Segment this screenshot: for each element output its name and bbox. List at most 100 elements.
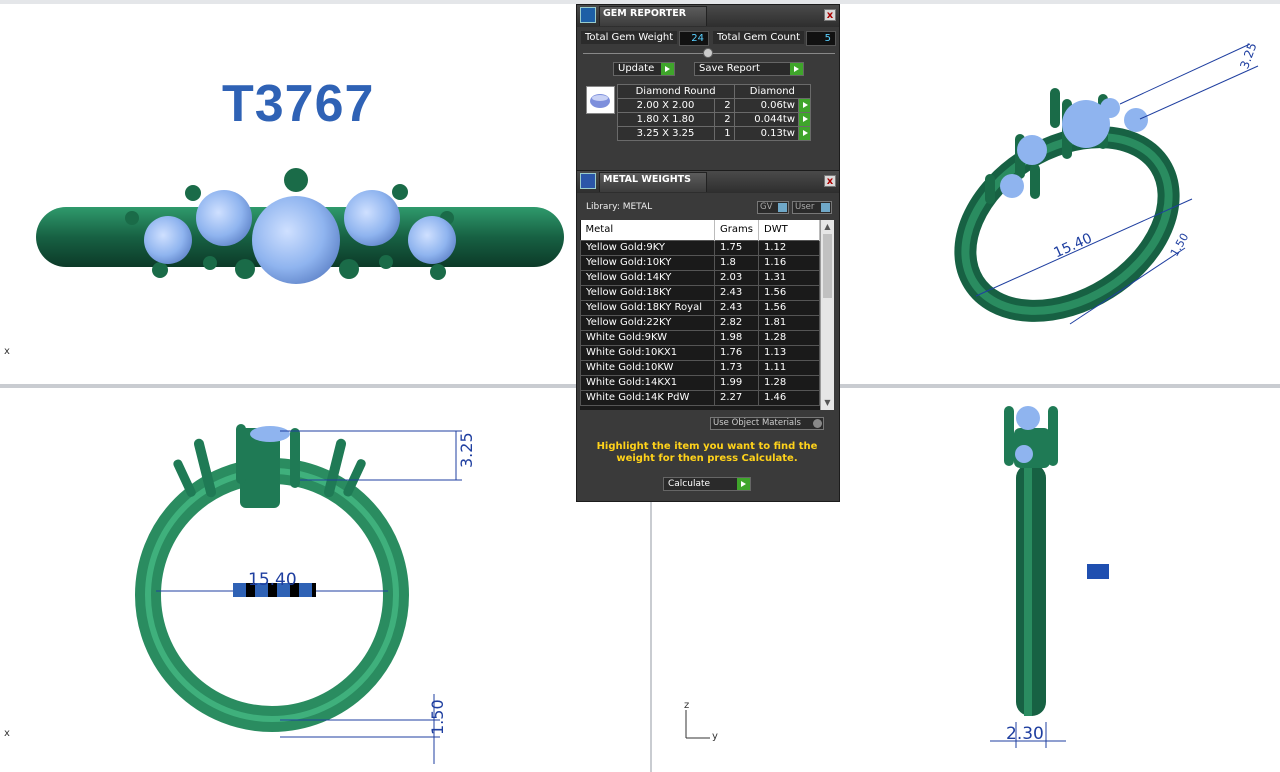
close-icon[interactable]: x	[824, 175, 836, 187]
total-gem-count-label: Total Gem Count	[713, 31, 805, 44]
metal-metal-cell: Yellow Gold:14KY	[580, 269, 715, 286]
gem-shape-header: Diamond Round	[616, 84, 735, 99]
metal-metal-cell: Yellow Gold:18KY Royal	[580, 299, 715, 316]
play-icon[interactable]	[798, 98, 811, 113]
axis-y-label: y	[712, 731, 718, 742]
metal-metal-cell: White Gold:14KX1	[580, 374, 715, 391]
table-row[interactable]: Yellow Gold:18KY Royal 2.43 1.56	[580, 299, 820, 316]
calculate-button[interactable]: Calculate	[663, 477, 751, 491]
total-gem-weight-value: 24	[679, 31, 709, 46]
metal-metal-cell: White Gold:10KX1	[580, 344, 715, 361]
side-dim-top: 3.25	[457, 432, 476, 468]
column-header[interactable]: DWT	[758, 220, 820, 240]
use-object-materials-label: Use Object Materials	[713, 418, 801, 428]
library-label: Library: METAL	[586, 202, 653, 212]
gv-toggle-label: GV	[760, 202, 773, 212]
scroll-down-icon[interactable]: ▼	[821, 397, 834, 409]
metal-metal-cell: Yellow Gold:9KY	[580, 239, 715, 256]
gem-count: 2	[713, 112, 735, 127]
gem-weight: 0.06tw	[733, 98, 800, 113]
gem-size: 3.25 X 3.25	[616, 126, 715, 141]
metal-table-scrollbar[interactable]: ▲ ▼	[820, 220, 834, 410]
axis-x-label-side: x	[4, 728, 10, 739]
table-row[interactable]: 1.80 X 1.80 2 0.044tw	[585, 112, 811, 127]
metal-weights-title: METAL WEIGHTS	[603, 174, 691, 185]
table-row[interactable]: White Gold:14K PdW 2.27 1.46	[580, 389, 820, 406]
table-row[interactable]: Yellow Gold:10KY 1.8 1.16	[580, 254, 820, 271]
column-header[interactable]: Grams	[714, 220, 759, 240]
use-object-materials-toggle[interactable]: Use Object Materials	[710, 417, 824, 430]
metal-dwt-cell: 1.28	[758, 374, 820, 391]
scroll-up-icon[interactable]: ▲	[821, 221, 834, 233]
metal-grams-cell: 2.43	[714, 284, 759, 301]
metal-table: Metal Grams DWT Yellow Gold:9KY 1.75 1.12 Y…	[580, 220, 820, 406]
table-row[interactable]: White Gold:9KW 1.98 1.28	[580, 329, 820, 346]
slider-handle[interactable]	[703, 48, 713, 58]
metal-grams-cell: 1.98	[714, 329, 759, 346]
table-row[interactable]: White Gold:14KX1 1.99 1.28	[580, 374, 820, 391]
table-row[interactable]: 3.25 X 3.25 1 0.13tw	[585, 126, 811, 141]
side-viewport[interactable]: 15.40 3.25 1.50 x	[0, 388, 650, 768]
gem-table: Diamond Round Diamond 2.00 X 2.00 2 0.06…	[585, 84, 812, 141]
axis-z-label: z	[684, 700, 690, 711]
metal-metal-cell: Yellow Gold:10KY	[580, 254, 715, 271]
play-icon	[790, 63, 803, 75]
gem-type-header: Diamond	[733, 84, 812, 99]
table-row[interactable]: White Gold:10KX1 1.76 1.13	[580, 344, 820, 361]
save-report-button[interactable]: Save Report	[694, 62, 804, 76]
play-icon[interactable]	[798, 112, 811, 127]
total-gem-weight-label: Total Gem Weight	[581, 31, 678, 44]
metal-grams-cell: 1.75	[714, 239, 759, 256]
gem-size: 2.00 X 2.00	[616, 98, 715, 113]
ring-side-render: 15.40 3.25 1.50	[135, 424, 476, 764]
metal-grams-cell: 1.73	[714, 359, 759, 376]
metal-grams-cell: 1.99	[714, 374, 759, 391]
metal-metal-cell: White Gold:14K PdW	[580, 389, 715, 406]
table-row[interactable]: Yellow Gold:14KY 2.03 1.31	[580, 269, 820, 286]
update-button-label: Update	[618, 63, 655, 74]
metal-grams-cell: 1.76	[714, 344, 759, 361]
metal-metal-cell: White Gold:9KW	[580, 329, 715, 346]
metal-dwt-cell: 1.56	[758, 299, 820, 316]
gem-reporter-icon	[580, 7, 596, 23]
toggle-icon	[778, 203, 787, 212]
ring-front-render	[36, 168, 564, 284]
metal-dwt-cell: 1.28	[758, 329, 820, 346]
metal-dwt-cell: 1.12	[758, 239, 820, 256]
front-viewport[interactable]: T3767 x	[0, 4, 578, 384]
table-row[interactable]: Yellow Gold:9KY 1.75 1.12	[580, 239, 820, 256]
scroll-thumb[interactable]	[823, 234, 832, 298]
close-icon[interactable]: x	[824, 9, 836, 21]
metal-grams-cell: 2.43	[714, 299, 759, 316]
user-toggle[interactable]: User	[792, 201, 832, 214]
side-dim-width: 15.40	[248, 570, 297, 590]
top-dim-width: 2.30	[1006, 724, 1044, 744]
total-gem-count-value: 5	[806, 31, 836, 46]
table-row[interactable]: Yellow Gold:22KY 2.82 1.81	[580, 314, 820, 331]
metal-dwt-cell: 1.81	[758, 314, 820, 331]
perspective-viewport[interactable]: 15.40 3.25 1.50	[840, 4, 1280, 384]
metal-grams-cell: 2.03	[714, 269, 759, 286]
metal-grams-cell: 2.82	[714, 314, 759, 331]
column-header[interactable]: Metal	[580, 220, 715, 240]
gv-toggle[interactable]: GV	[757, 201, 789, 214]
user-toggle-label: User	[795, 202, 815, 212]
persp-dim-top: 3.25	[1237, 41, 1259, 71]
metal-dwt-cell: 1.46	[758, 389, 820, 406]
save-report-button-label: Save Report	[699, 63, 760, 74]
ring-perspective-render: 15.40 3.25 1.50	[954, 41, 1260, 325]
metal-table-container[interactable]: Metal Grams DWT Yellow Gold:9KY 1.75 1.12 Y…	[580, 220, 834, 410]
scale-icon	[580, 173, 596, 189]
gem-weight: 0.044tw	[733, 112, 800, 127]
play-icon[interactable]	[798, 126, 811, 141]
gem-reporter-titlebar[interactable]: GEM REPORTER x	[577, 5, 839, 27]
metal-grams-cell: 2.27	[714, 389, 759, 406]
table-row[interactable]: Yellow Gold:18KY 2.43 1.56	[580, 284, 820, 301]
table-row[interactable]: White Gold:10KW 1.73 1.11	[580, 359, 820, 376]
table-row[interactable]: 2.00 X 2.00 2 0.06tw	[585, 98, 811, 113]
gem-count: 2	[713, 98, 735, 113]
axis-x-label: x	[4, 346, 10, 357]
metal-dwt-cell: 1.31	[758, 269, 820, 286]
update-button[interactable]: Update	[613, 62, 675, 76]
metal-weights-titlebar[interactable]: METAL WEIGHTS x	[577, 171, 839, 193]
